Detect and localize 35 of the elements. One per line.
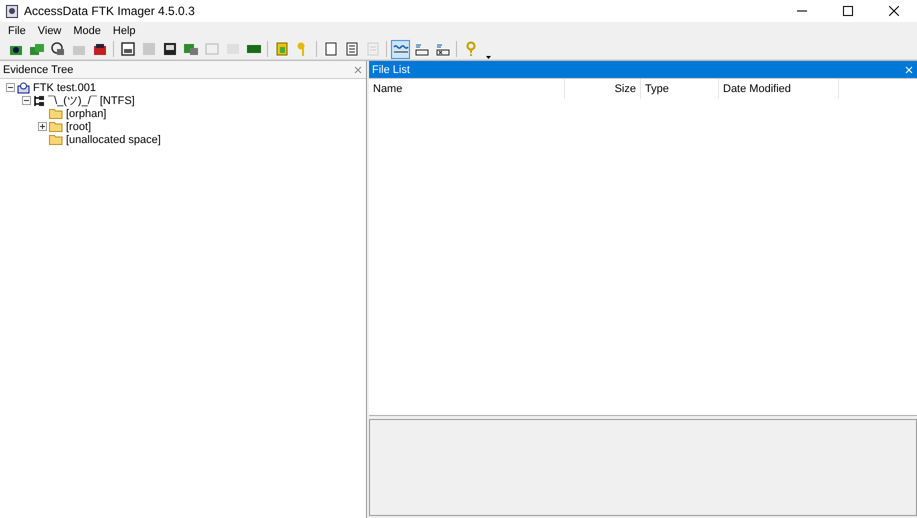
menu-item[interactable]: Help: [108, 24, 141, 36]
caret-icon: [486, 56, 490, 58]
collapse-icon[interactable]: [6, 83, 15, 92]
folder-icon: [49, 108, 63, 119]
folder-icon: [49, 121, 63, 132]
maximize-icon[interactable]: [843, 6, 853, 16]
toolbar-button[interactable]: [391, 40, 410, 58]
page-icon: [322, 41, 338, 57]
menu-item[interactable]: Mode: [68, 24, 106, 36]
document-icon: [344, 41, 360, 57]
minimize-icon[interactable]: [797, 10, 807, 12]
expand-icon[interactable]: [38, 122, 47, 131]
tree-item[interactable]: [orphan]: [65, 108, 108, 120]
column-header[interactable]: Type: [641, 79, 719, 99]
panel-title: Evidence Tree: [3, 64, 74, 76]
menu-item[interactable]: View: [32, 24, 66, 36]
column-header[interactable]: Name: [369, 79, 565, 99]
column-header[interactable]: Date Modified: [719, 79, 839, 99]
tree-item[interactable]: ¯\_(ツ)_/¯ [NTFS]: [47, 93, 136, 108]
globe-disk-icon: [50, 41, 66, 57]
tree-item[interactable]: [unallocated space]: [65, 134, 162, 146]
menu-item[interactable]: File: [3, 24, 31, 36]
tree-item[interactable]: FTK test.001: [32, 82, 97, 94]
drives-icon: [28, 41, 44, 57]
window-title: AccessData FTK Imager 4.5.0.3: [24, 4, 196, 18]
column-header[interactable]: Size: [565, 79, 641, 99]
folder-icon: [274, 41, 290, 57]
close-icon[interactable]: [889, 6, 899, 16]
panel-title: File List: [372, 64, 411, 76]
collapse-icon[interactable]: [22, 96, 31, 105]
folder-icon: [49, 134, 63, 145]
partition-icon: [33, 94, 45, 106]
document-icon: [364, 41, 380, 57]
app-icon: [6, 4, 18, 18]
tree-item[interactable]: [root]: [65, 120, 92, 132]
